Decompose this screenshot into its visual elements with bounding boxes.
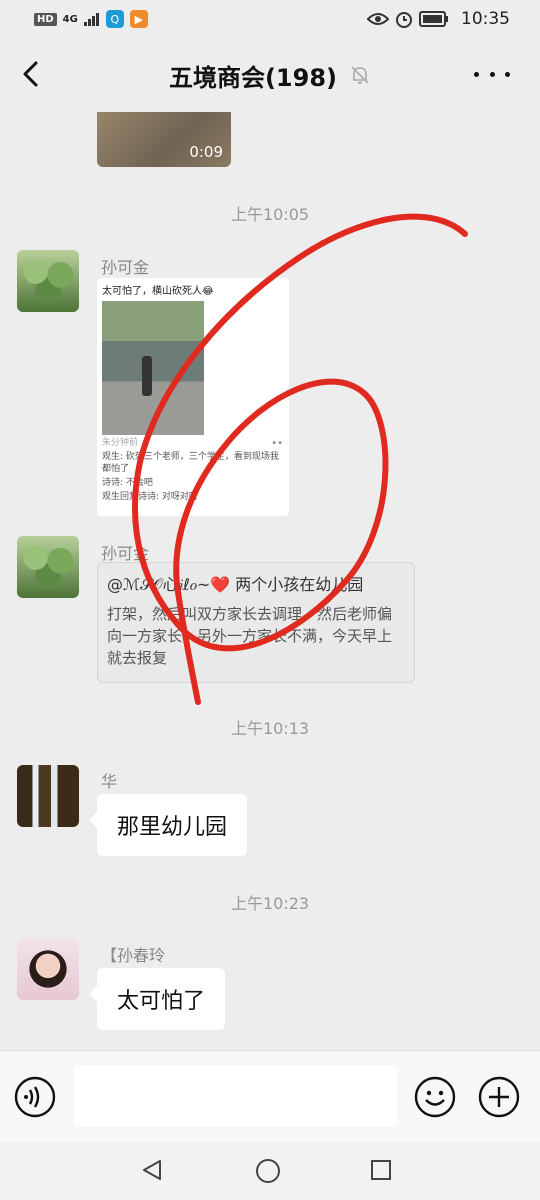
alarm-icon [396,12,412,28]
more-icon[interactable] [474,62,510,86]
post-title: 太可怕了，横山砍死人😂 [102,286,214,297]
avatar[interactable] [17,938,79,1000]
text-message[interactable]: 太可怕了 [88,968,226,1030]
search-app-icon: Q [105,10,124,28]
chat-header: 五境商会(198) [0,38,540,112]
timestamp: 上午10:05 [230,205,310,224]
post-comment: 诗诗: 不会吧 [102,478,153,488]
plus-icon[interactable] [478,1076,520,1118]
timestamp: 上午10:23 [230,894,310,913]
battery-icon [419,11,448,27]
clock: 10:35 [461,9,510,29]
avatar[interactable] [17,536,79,598]
sender-name: 孙可金 [101,544,150,563]
shared-post-card[interactable]: 太可怕了，横山砍死人😂 朱分钟前 •• 观生: 砍死三个老师，三个学生，看到现场… [97,278,289,516]
nav-back-icon[interactable] [140,1158,164,1182]
quote-message[interactable]: @ℳ𝒮𝒪心𝑖ℓ𝑜~❤️ 两个小孩在幼儿园 打架，然后叫双方家长去调理，然后老师偏… [97,562,415,683]
hd-badge: HD [34,12,57,26]
post-photo [102,301,204,435]
mute-bell-icon [351,66,369,84]
input-bar [0,1050,540,1142]
voice-icon[interactable] [14,1076,56,1118]
post-comment: 观生: 砍死三个老师，三个学生，看到现场我都怕了 [102,452,279,474]
avatar[interactable] [17,250,79,312]
sender-name: 【孙春玲 [101,946,166,965]
system-nav-bar [0,1142,540,1200]
sender-name: 华 [101,772,118,791]
back-arrow-icon[interactable] [14,56,50,92]
video-message[interactable]: 0:09 [97,112,231,167]
status-right: 10:35 [367,9,510,29]
message-input[interactable] [74,1065,397,1127]
post-comment: 观生回复诗诗: 对呀对呀 [102,492,198,502]
timestamp: 上午10:13 [230,719,310,738]
post-more-icon: •• [271,438,283,449]
sender-name: 孙可金 [101,258,150,277]
quote-text: 打架，然后叫双方家长去调理，然后老师偏向一方家长，另外一方家长不满，今天早上就去… [107,605,393,667]
page-title: 五境商会(198) [168,63,338,92]
signal-icon [83,13,99,26]
status-left: HD 4G Q ▶ [34,10,148,28]
quote-mention: @ℳ𝒮𝒪心𝑖ℓ𝑜~❤️ 两个小孩在幼儿园 [107,575,364,594]
video-app-icon: ▶ [129,10,148,28]
status-bar: HD 4G Q ▶ 10:35 [0,0,540,38]
nav-recent-icon[interactable] [370,1159,392,1181]
chat-area[interactable]: 0:09 上午10:05 孙可金 太可怕了，横山砍死人😂 朱分钟前 •• 观生:… [0,112,540,1050]
nav-home-icon[interactable] [255,1158,281,1184]
video-duration: 0:09 [189,143,223,161]
emoji-icon[interactable] [414,1076,456,1118]
avatar[interactable] [17,765,79,827]
text-message[interactable]: 那里幼儿园 [88,794,248,856]
post-source: 朱分钟前 [102,438,139,448]
network-label: 4G [62,13,78,25]
eye-icon [367,13,389,25]
